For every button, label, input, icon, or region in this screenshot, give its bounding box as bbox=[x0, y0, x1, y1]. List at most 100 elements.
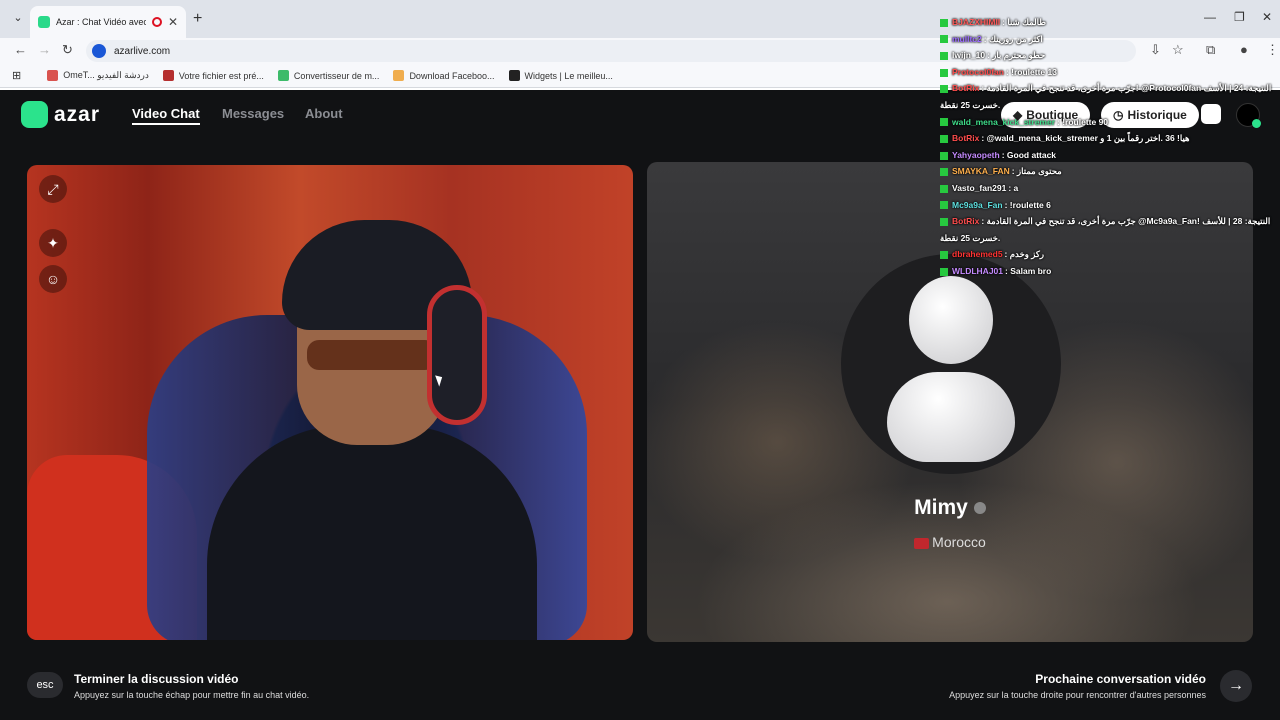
kick-badge-icon bbox=[940, 267, 948, 276]
chat-username: WLDLHAJ01 bbox=[952, 265, 1004, 276]
esc-key-button[interactable]: esc bbox=[27, 672, 63, 698]
kick-badge-icon bbox=[940, 251, 948, 260]
nav-about[interactable]: About bbox=[305, 106, 343, 121]
bookmark-item[interactable]: OmeT... دردشة الفيديو bbox=[47, 70, 149, 81]
tab-title: Azar : Chat Vidéo avec de n bbox=[56, 17, 146, 27]
video-scene-hoodie bbox=[207, 425, 537, 640]
reload-icon[interactable]: ↻ bbox=[62, 42, 73, 58]
end-chat-title: Terminer la discussion vidéo bbox=[74, 672, 239, 686]
bookmark-label: OmeT... دردشة الفيديو bbox=[63, 70, 149, 80]
effects-wand-icon[interactable]: ✦ bbox=[39, 229, 67, 257]
tab-list-chevron-icon[interactable]: ⌄ bbox=[10, 11, 26, 27]
bookmark-label: Votre fichier est pré... bbox=[178, 70, 264, 81]
apps-grid-icon[interactable]: ⊞ bbox=[12, 69, 21, 82]
chat-text: : طالمك شنا bbox=[1002, 17, 1047, 27]
end-chat-hint: esc Terminer la discussion vidéo Appuyez… bbox=[27, 672, 309, 700]
nav-messages[interactable]: Messages bbox=[222, 106, 284, 121]
azar-logo[interactable]: azar bbox=[21, 101, 100, 128]
chat-text: : جرّب مرة أخرى، قد تنجح في المرة القادم… bbox=[981, 83, 1272, 94]
back-icon[interactable]: ← bbox=[14, 42, 27, 57]
chat-username: BotRix bbox=[952, 83, 980, 94]
chat-message: Mc9a9a_Fan: !roulette 6 bbox=[940, 197, 1280, 214]
chat-message: BotRix: جرّب مرة أخرى، قد تنجح في المرة … bbox=[940, 213, 1280, 230]
logo-text: azar bbox=[54, 102, 101, 126]
bookmark-item[interactable]: Convertisseur de m... bbox=[277, 70, 379, 81]
chat-text: : @wald_mena_kick_stremer هيا! 36 .اختر … bbox=[981, 133, 1190, 144]
chat-message-continuation: خسرت 25 نقطة. bbox=[940, 97, 1280, 114]
kick-badge-icon bbox=[940, 201, 948, 210]
kick-badge-icon bbox=[940, 184, 948, 193]
chat-message: wald_mena_kick_stremer: !roulette 90 bbox=[940, 114, 1280, 131]
chat-username: Vasto_fan291 bbox=[952, 182, 1007, 193]
bookmark-label: Widgets | Le meilleu... bbox=[524, 70, 613, 81]
chat-message: BotRix: @wald_mena_kick_stremer هيا! 36 … bbox=[940, 130, 1280, 147]
partner-name-row: Mimy bbox=[647, 496, 1253, 520]
kick-badge-icon bbox=[940, 85, 948, 94]
chat-text: : محتوى ممتاز bbox=[1011, 166, 1062, 177]
chat-text: : a bbox=[1008, 182, 1019, 193]
new-tab-icon[interactable]: + bbox=[193, 10, 202, 28]
chat-username: wald_mena_kick_stremer bbox=[952, 116, 1056, 127]
chat-username: dbrahemed5 bbox=[952, 249, 1003, 260]
chat-message: BJAZXHIMII: طالمك شنا bbox=[940, 14, 1280, 31]
morocco-flag-icon bbox=[914, 537, 930, 549]
chat-text: خسرت 25 نقطة. bbox=[940, 232, 1001, 243]
chat-username: BJAZXHIMII bbox=[952, 17, 1001, 27]
chat-username: Yahyaopeth bbox=[952, 149, 1000, 160]
chat-text: : Salam bro bbox=[1005, 265, 1052, 276]
badge-icon bbox=[973, 502, 986, 515]
nav-video-chat[interactable]: Video Chat bbox=[132, 106, 200, 125]
sticker-icon[interactable]: ☺ bbox=[39, 265, 67, 293]
bookmark-item[interactable]: Votre fichier est pré... bbox=[162, 70, 264, 81]
chat-message-continuation: خسرت 25 نقطة. bbox=[940, 230, 1280, 247]
kick-badge-icon bbox=[940, 68, 948, 77]
partner-name: Mimy bbox=[914, 496, 968, 519]
chat-message: Protocol0fan: !roulette 13 bbox=[940, 64, 1280, 81]
site-info-icon[interactable] bbox=[92, 44, 106, 58]
chat-username: Protocol0fan bbox=[952, 66, 1004, 77]
chat-message: dbrahemed5: ركز وخدم bbox=[940, 246, 1280, 263]
chat-message: SMAYKA_FAN: محتوى ممتاز bbox=[940, 163, 1280, 180]
chat-text: : اكثر من رورينك bbox=[983, 33, 1043, 44]
kick-badge-icon bbox=[940, 51, 948, 60]
azar-favicon-icon bbox=[38, 16, 50, 28]
bookmark-favicon-icon bbox=[277, 70, 289, 81]
video-scene-glasses bbox=[307, 340, 437, 370]
expand-icon[interactable]: ⤢ bbox=[39, 175, 67, 203]
avatar-body-shape bbox=[887, 372, 1015, 462]
next-arrow-icon[interactable]: → bbox=[1220, 670, 1252, 702]
chat-text: : حطو محترم بار bbox=[987, 50, 1046, 61]
kick-badge-icon bbox=[940, 134, 948, 143]
chat-username: mulltc2 bbox=[952, 33, 982, 44]
end-chat-subtitle: Appuyez sur la touche échap pour mettre … bbox=[74, 690, 310, 700]
kick-badge-icon bbox=[940, 168, 948, 177]
chat-text: : Good attack bbox=[1001, 149, 1057, 160]
browser-tab[interactable]: Azar : Chat Vidéo avec de n ✕ bbox=[30, 6, 186, 38]
next-chat-title: Prochaine conversation vidéo bbox=[1035, 672, 1206, 686]
chat-message: lwijn_10: حطو محترم بار bbox=[940, 47, 1280, 64]
close-tab-icon[interactable]: ✕ bbox=[168, 15, 178, 29]
recording-icon bbox=[151, 17, 162, 27]
kick-badge-icon bbox=[940, 118, 948, 127]
azar-logo-icon bbox=[21, 101, 48, 128]
kick-badge-icon bbox=[940, 217, 948, 226]
chat-text: : ركز وخدم bbox=[1004, 249, 1045, 260]
bookmark-item[interactable]: Download Faceboo... bbox=[393, 70, 495, 81]
github-icon bbox=[508, 70, 520, 81]
bookmark-label: Download Faceboo... bbox=[409, 70, 495, 81]
chat-message: BotRix: جرّب مرة أخرى، قد تنجح في المرة … bbox=[940, 80, 1280, 97]
self-video: ⤢ ✦ ☺ bbox=[27, 165, 633, 640]
chat-message: Yahyaopeth: Good attack bbox=[940, 147, 1280, 164]
chat-username: lwijn_10 bbox=[952, 50, 986, 61]
forward-icon[interactable]: → bbox=[38, 42, 51, 57]
chat-text: : !roulette 6 bbox=[1004, 199, 1051, 210]
next-chat-hint: Prochaine conversation vidéo Appuyez sur… bbox=[949, 672, 1206, 700]
video-scene-headset bbox=[427, 285, 487, 425]
kick-badge-icon bbox=[940, 18, 948, 27]
bookmark-favicon-icon bbox=[162, 70, 174, 81]
chat-username: SMAYKA_FAN bbox=[952, 166, 1010, 177]
chat-username: Mc9a9a_Fan bbox=[952, 199, 1003, 210]
chat-text: : !roulette 13 bbox=[1005, 66, 1057, 77]
bookmark-favicon-icon bbox=[47, 70, 59, 81]
bookmark-item[interactable]: Widgets | Le meilleu... bbox=[508, 70, 613, 81]
